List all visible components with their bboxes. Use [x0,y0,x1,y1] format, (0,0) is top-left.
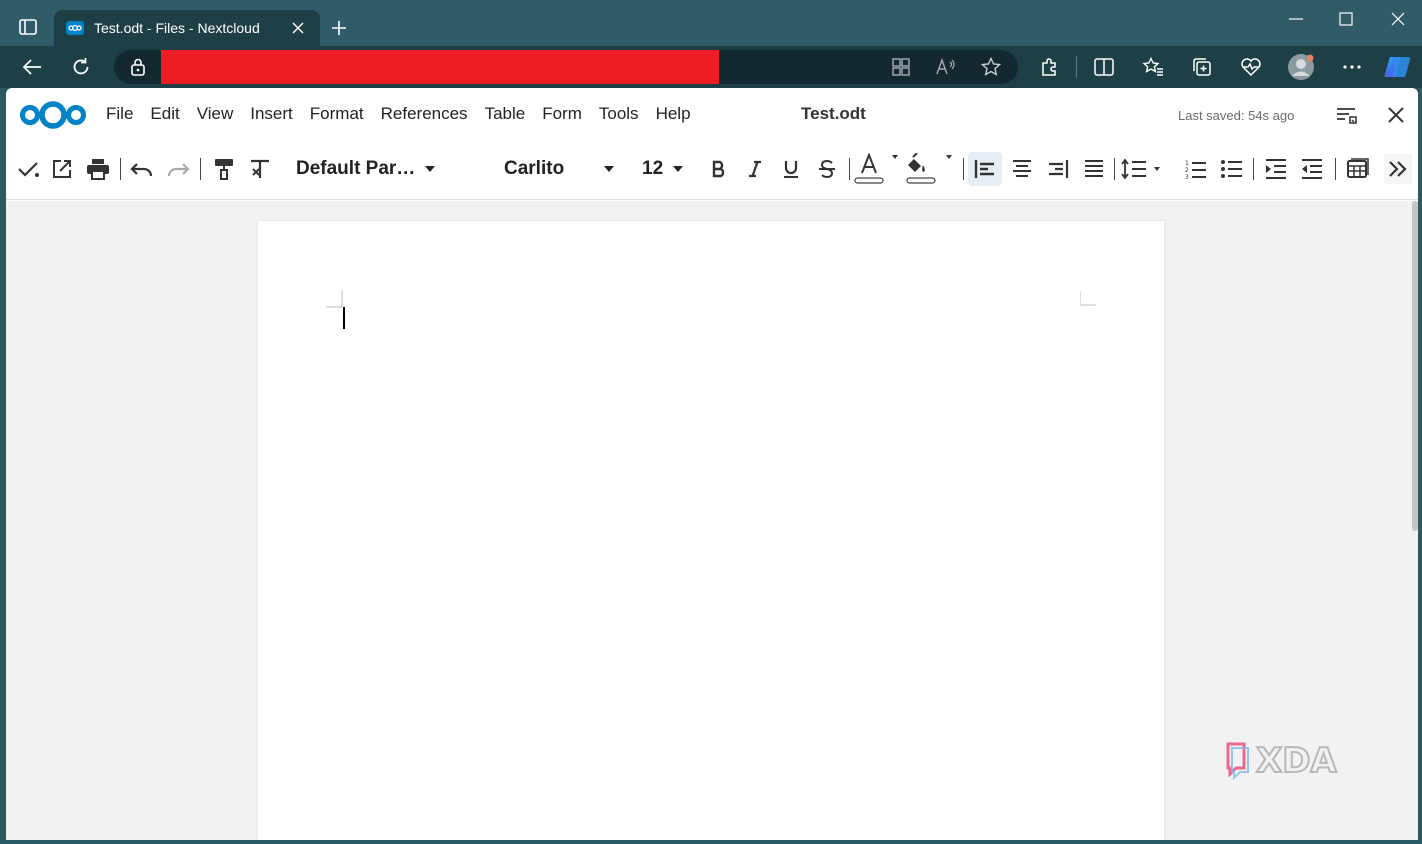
back-icon[interactable] [16,52,48,82]
reload-icon[interactable] [65,52,97,82]
paragraph-style-value: Default Par… [296,158,416,179]
font-size-dropdown[interactable]: 12 [642,154,684,184]
menu-help[interactable]: Help [656,104,691,124]
insert-table-icon[interactable] [1344,154,1372,184]
profile-avatar-icon[interactable] [1285,52,1317,82]
bullet-list-icon[interactable] [1218,154,1246,184]
align-right-icon[interactable] [1044,154,1072,184]
bold-icon[interactable] [706,154,732,184]
nextcloud-office-app: File Edit View Insert Format References … [6,88,1418,840]
toolbar-separator [1076,56,1077,78]
toolbar-separator [200,158,201,180]
margin-corner-top-right [1080,291,1096,306]
menu-table[interactable]: Table [485,104,526,124]
text-cursor [343,307,345,329]
tab-actions-icon[interactable] [14,15,42,39]
toolbar-separator [1335,158,1336,180]
more-icon[interactable] [1336,52,1368,82]
extensions-icon[interactable] [1033,52,1065,82]
menu-file[interactable]: File [106,104,133,124]
document-page[interactable] [258,221,1164,840]
favorites-icon[interactable] [1137,52,1169,82]
close-editor-icon[interactable] [1384,103,1408,127]
document-canvas[interactable] [6,201,1418,840]
address-bar[interactable] [114,50,1018,84]
svg-text:2: 2 [1185,167,1189,174]
chevron-down-icon [604,166,615,172]
favorite-star-icon[interactable] [978,55,1004,79]
redacted-url[interactable] [161,50,719,84]
menu-references[interactable]: References [381,104,468,124]
last-saved-status: Last saved: 54s ago [1178,108,1295,123]
toolbar-separator [849,158,850,180]
sidebar-toggle-icon[interactable] [1334,105,1358,127]
menu-format[interactable]: Format [310,104,364,124]
clone-formatting-icon[interactable] [210,154,238,184]
menu-edit[interactable]: Edit [150,104,179,124]
font-name-value: Carlito [504,158,565,179]
font-size-value: 12 [642,158,664,179]
close-tab-icon[interactable] [288,18,308,38]
main-menu: File Edit View Insert Format References … [106,104,708,124]
menubar: File Edit View Insert Format References … [6,88,1418,142]
close-window-icon[interactable] [1378,6,1418,32]
svg-text:1: 1 [1185,160,1189,167]
justify-icon[interactable] [1080,154,1108,184]
browser-tabstrip: Test.odt - Files - Nextcloud [0,0,1422,46]
app-available-icon[interactable] [888,55,914,79]
nextcloud-logo[interactable] [18,97,88,133]
formatting-toolbar: Default Par… Carlito 12 1 2 3 [6,142,1418,200]
underline-icon[interactable] [778,154,804,184]
toolbar-separator [1114,158,1115,180]
strikethrough-icon[interactable] [814,154,840,184]
browser-health-icon[interactable] [1235,52,1267,82]
nextcloud-favicon [66,19,84,37]
clear-formatting-icon[interactable] [246,154,274,184]
more-overflow-icon[interactable] [1384,154,1412,184]
menu-view[interactable]: View [197,104,234,124]
increase-indent-icon[interactable] [1262,154,1290,184]
xda-watermark: XDA [1226,740,1338,782]
read-aloud-icon[interactable] [933,55,959,79]
lock-icon[interactable] [128,57,148,77]
numbered-list-icon[interactable]: 123 [1182,154,1210,184]
open-external-icon[interactable] [48,154,76,184]
tab-title: Test.odt - Files - Nextcloud [94,20,260,36]
save-check-icon[interactable] [14,154,42,184]
vertical-scrollbar[interactable] [1412,201,1418,531]
svg-text:3: 3 [1185,174,1189,180]
undo-icon[interactable] [128,154,156,184]
redo-icon[interactable] [164,154,192,184]
align-left-icon[interactable] [968,152,1002,186]
split-screen-icon[interactable] [1088,52,1120,82]
minimize-icon[interactable] [1276,6,1316,32]
chevron-down-icon [673,166,684,172]
font-name-dropdown[interactable]: Carlito [504,154,615,184]
maximize-icon[interactable] [1326,6,1366,32]
italic-icon[interactable] [742,154,768,184]
menu-insert[interactable]: Insert [250,104,293,124]
font-color-icon[interactable] [852,153,900,184]
copilot-icon[interactable] [1382,52,1414,82]
decrease-indent-icon[interactable] [1298,154,1326,184]
document-title[interactable]: Test.odt [801,104,866,124]
print-icon[interactable] [84,154,112,184]
menu-form[interactable]: Form [542,104,582,124]
highlight-color-icon[interactable] [904,153,956,184]
new-tab-icon[interactable] [326,16,352,40]
collections-icon[interactable] [1186,52,1218,82]
watermark-text: XDA [1256,741,1337,781]
toolbar-separator [963,158,964,180]
paragraph-style-dropdown[interactable]: Default Par… [296,154,436,184]
active-tab[interactable]: Test.odt - Files - Nextcloud [54,10,320,46]
menu-tools[interactable]: Tools [599,104,639,124]
toolbar-separator [120,158,121,180]
align-center-icon[interactable] [1008,154,1036,184]
toolbar-separator [1253,158,1254,180]
chevron-down-icon [425,166,436,172]
line-spacing-icon[interactable] [1120,154,1164,184]
